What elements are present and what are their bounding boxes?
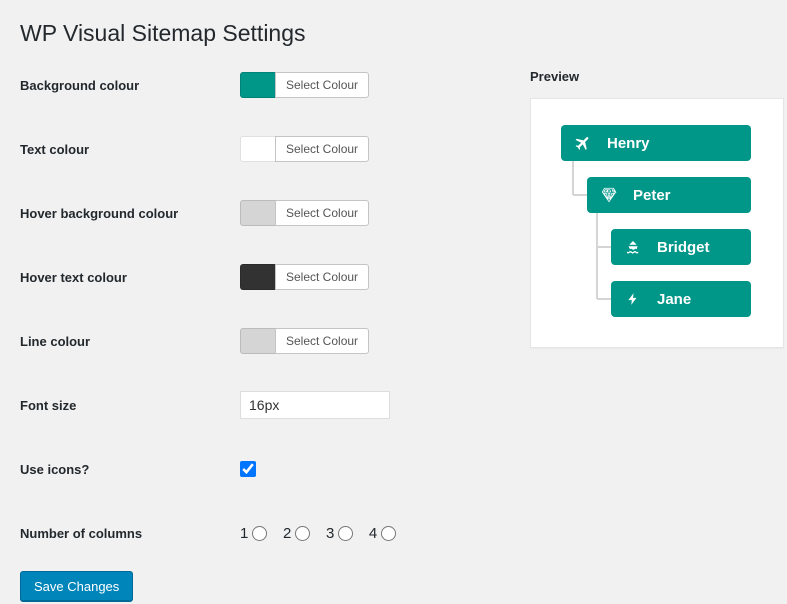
- select-colour-button-htext[interactable]: Select Colour: [275, 264, 369, 290]
- col-option-2-label: 2: [283, 525, 310, 542]
- plane-icon: [573, 134, 593, 152]
- col-option-1-label: 1: [240, 525, 267, 542]
- select-colour-button-text[interactable]: Select Colour: [275, 136, 369, 162]
- settings-form: Background colour Select Colour Text col…: [20, 71, 500, 602]
- label-hover-bg-colour: Hover background colour: [20, 206, 240, 221]
- num-columns-radios: 1 2 3 4: [240, 525, 408, 542]
- preview-heading: Preview: [530, 69, 784, 84]
- col-option-4-label: 4: [369, 525, 396, 542]
- col-option-3-label: 3: [326, 525, 353, 542]
- select-colour-button-hbg[interactable]: Select Colour: [275, 200, 369, 226]
- preview-node-label: Peter: [633, 187, 671, 204]
- label-text-colour: Text colour: [20, 142, 240, 157]
- select-colour-button-line[interactable]: Select Colour: [275, 328, 369, 354]
- label-background-colour: Background colour: [20, 78, 240, 93]
- save-changes-button[interactable]: Save Changes: [20, 571, 133, 602]
- ship-icon: [623, 238, 643, 256]
- swatch-hover-bg-colour[interactable]: [240, 200, 275, 226]
- font-size-input[interactable]: [240, 391, 390, 419]
- label-hover-text-colour: Hover text colour: [20, 270, 240, 285]
- swatch-background-colour[interactable]: [240, 72, 275, 98]
- preview-node-label: Henry: [607, 135, 650, 152]
- preview-node-grandchild-2: Jane: [611, 281, 751, 317]
- lightning-icon: [623, 290, 643, 308]
- preview-node-child-1: Peter: [587, 177, 751, 213]
- label-font-size: Font size: [20, 398, 240, 413]
- col-option-1[interactable]: [252, 526, 267, 541]
- label-num-columns: Number of columns: [20, 526, 240, 541]
- diamond-icon: [599, 186, 619, 204]
- label-line-colour: Line colour: [20, 334, 240, 349]
- use-icons-checkbox[interactable]: [240, 461, 256, 477]
- swatch-line-colour[interactable]: [240, 328, 275, 354]
- preview-panel: Henry Peter Bridget: [530, 98, 784, 348]
- label-use-icons: Use icons?: [20, 462, 240, 477]
- page-title: WP Visual Sitemap Settings: [20, 10, 767, 56]
- select-colour-button-bg[interactable]: Select Colour: [275, 72, 369, 98]
- preview-node-label: Jane: [657, 291, 691, 308]
- col-option-4[interactable]: [381, 526, 396, 541]
- preview-node-grandchild-1: Bridget: [611, 229, 751, 265]
- preview-node-root: Henry: [561, 125, 751, 161]
- col-option-2[interactable]: [295, 526, 310, 541]
- preview-node-label: Bridget: [657, 239, 710, 256]
- swatch-text-colour[interactable]: [240, 136, 275, 162]
- swatch-hover-text-colour[interactable]: [240, 264, 275, 290]
- col-option-3[interactable]: [338, 526, 353, 541]
